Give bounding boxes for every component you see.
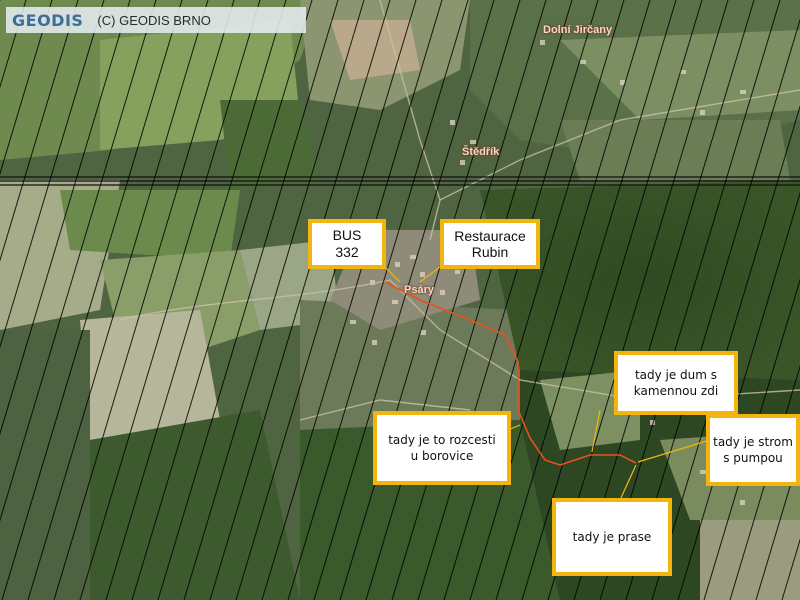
terrain	[0, 0, 800, 600]
callout-crossroad: tady je to rozcesti u borovice	[373, 411, 511, 485]
callout-restaurant: Restaurace Rubin	[440, 219, 540, 269]
callout-pig-line-1: tady je prase	[572, 530, 652, 544]
place-label-strednik: Štědřík	[462, 146, 500, 158]
callout-house-line-2: kamennou zdi	[633, 384, 719, 398]
callout-crossroad-line-2: u borovice	[410, 449, 474, 463]
callout-bus-line-1: BUS	[332, 227, 362, 243]
callout-bus-stop: BUS 332	[308, 219, 386, 269]
copyright-text: (C) GEODIS BRNO	[97, 12, 211, 28]
callout-tree-line-2: s pumpou	[723, 451, 783, 465]
place-label-psary: Psáry	[404, 284, 434, 296]
callout-crossroad-line-1: tady je to rozcesti	[388, 433, 496, 447]
aerial-map[interactable]	[0, 0, 800, 600]
callout-restaurant-line-2: Rubin	[471, 244, 509, 260]
callout-tree-with-pump: tady je strom s pumpou	[706, 414, 800, 486]
callout-stone-wall-house: tady je dum s kamennou zdi	[614, 351, 738, 415]
geodis-logo: GEODIS	[12, 10, 84, 30]
callout-house-line-1: tady je dum s	[634, 368, 718, 382]
callout-restaurant-line-1: Restaurace	[454, 228, 526, 244]
callout-bus-line-2: 332	[335, 244, 359, 260]
place-label-dolni-jircany: Dolní Jirčany	[543, 24, 613, 36]
callout-pig: tady je prase	[552, 498, 672, 576]
copyright-banner: GEODIS (C) GEODIS BRNO	[6, 7, 306, 33]
callout-tree-line-1: tady je strom	[713, 435, 793, 449]
